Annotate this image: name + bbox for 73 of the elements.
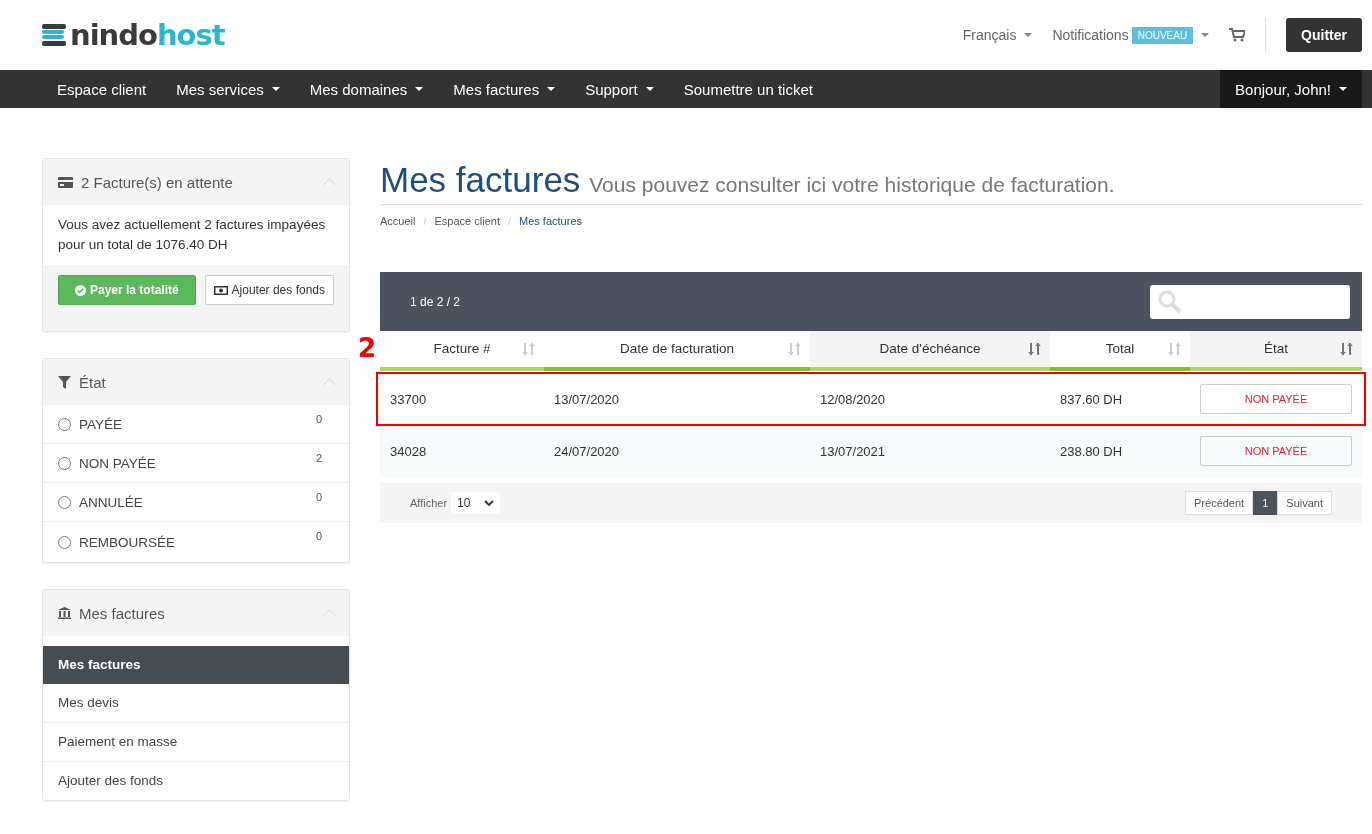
show-label: Afficher [410,497,448,509]
status-label: REMBOURSÉE [79,534,177,550]
nav-item[interactable]: Support [570,70,669,108]
table-row[interactable]: 34028 24/07/2020 13/07/2021 238.80 DH NON PAYÉE [380,425,1362,477]
top-link[interactable]: Français [962,27,1033,43]
breadcrumb-separator: / [423,215,427,227]
panel-title: État [79,373,107,391]
caret-icon [1339,87,1347,91]
logo[interactable]: nindohost [42,18,225,52]
logo-stripes-icon [42,23,68,47]
top-link[interactable]: Notifications NOUVEAU [1052,26,1210,44]
breadcrumb-separator: / [507,215,512,227]
credit-card-icon [58,176,73,188]
nav-item[interactable]: Soumettre un ticket [668,70,828,108]
filter-icon [58,375,71,389]
status-count: 2 [315,452,322,464]
menu-item[interactable]: Mes devis [43,684,349,723]
nav-item[interactable]: Mes factures [438,70,571,108]
status-count: 0 [315,491,322,503]
bank-icon [58,607,71,619]
status-count: 0 [315,413,322,425]
sort-icon [1168,343,1182,355]
cart-icon[interactable] [1229,28,1246,42]
status-label: NON PAYÉE [79,455,157,471]
sort-icon [1028,343,1042,355]
table-cell-text: 33700 [389,391,428,407]
sort-icon [1340,343,1354,355]
page-size-select[interactable]: 10 [451,492,501,514]
nav-item[interactable]: Mes services [161,70,295,108]
table-cell-text: 12/08/2020 [819,391,887,407]
table-cell-text: 13/07/2021 [819,443,887,459]
search-icon [1158,289,1182,314]
breadcrumb-link[interactable]: Espace client [434,215,500,227]
status-label: NON PAYÉE [1200,384,1352,414]
column-header[interactable]: État [1190,331,1362,371]
table-cell-text: 238.80 DH [1059,443,1124,459]
page-subtitle: Vous pouvez consulter ici votre historique de facturation. [589,173,1115,196]
panel-title: Mes factures [79,604,166,622]
banknote-icon [213,285,228,295]
page-button[interactable]: 1 [1253,491,1278,515]
sort-icon [522,343,536,355]
check-circle-icon [75,284,86,296]
new-badge: NOUVEAU [1131,26,1194,44]
panel-title: 2 Facture(s) en attente [81,173,234,191]
next-button[interactable]: Suivant [1277,491,1332,515]
menu-item[interactable]: Paiement en masse [43,723,349,762]
sort-icon [788,343,802,355]
menu-item[interactable]: Mes factures [43,646,349,684]
user-menu[interactable]: Bonjour, John! [1220,70,1362,108]
status-label: ANNULÉE [79,494,144,510]
table-row[interactable]: 33700 13/07/2020 12/08/2020 837.60 DH NON PAYÉE [377,373,1365,425]
nav-item[interactable]: Espace client [42,70,162,108]
table-cell-text: 24/07/2020 [553,443,621,459]
table-info: 1 de 2 / 2 [410,294,461,309]
page-title: Mes factures [380,160,581,199]
status-label: NON PAYÉE [1200,436,1352,466]
annotation-number: 2 [358,333,377,363]
previous-button[interactable]: Précédent [1185,491,1254,515]
column-header[interactable]: Date d'échéance [810,331,1050,371]
logout-button[interactable]: Quitter [1286,18,1362,52]
menu-item[interactable]: Ajouter des fonds [43,762,349,800]
table-cell-text: 837.60 DH [1059,391,1124,407]
status-label: PAYÉE [79,416,124,432]
chevron-down-icon [484,500,495,506]
add-funds-button[interactable]: Ajouter des fonds [204,275,334,305]
status-count: 0 [315,530,322,542]
table-cell-text: 34028 [389,443,428,459]
table-cell-text: 13/07/2020 [553,391,621,407]
breadcrumb-link[interactable]: Accueil [380,215,416,227]
pending-text: Vous avez actuellement 2 factures impayées pour un total de 1076.40 DH [57,216,327,254]
nav-item[interactable]: Mes domaines [294,70,439,108]
breadcrumb-link[interactable]: Mes factures [519,215,582,227]
search-field[interactable] [1150,284,1350,319]
